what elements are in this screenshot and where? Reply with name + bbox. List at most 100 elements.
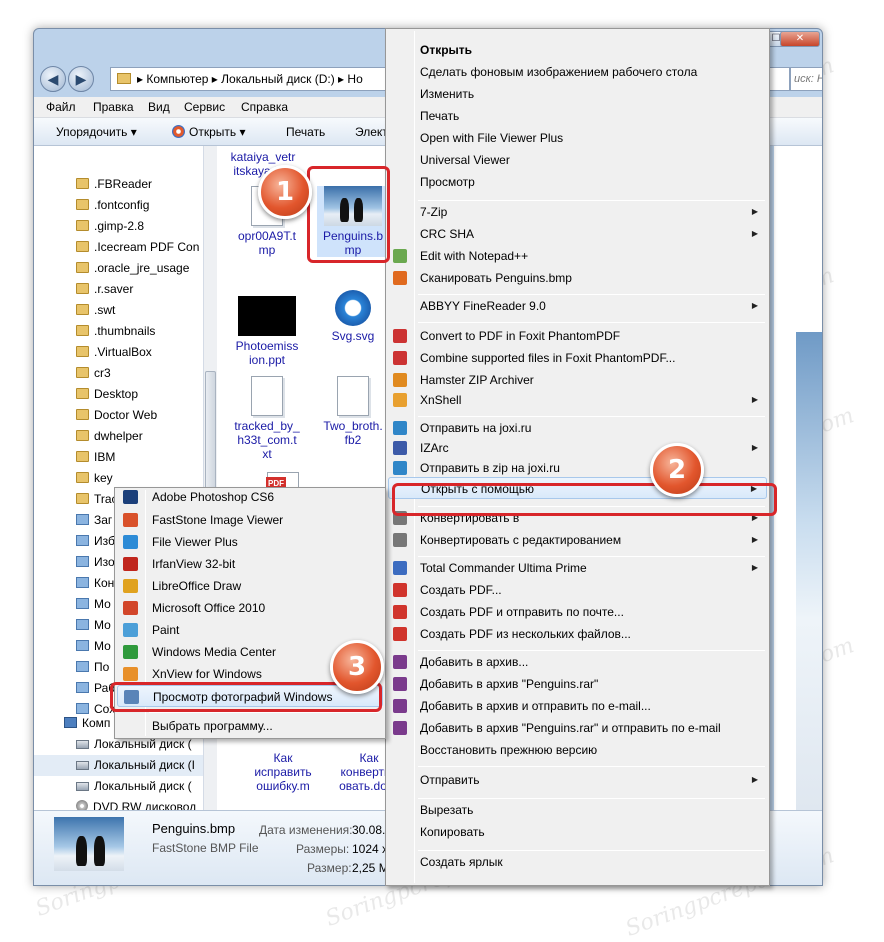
nav-item-label: Изб bbox=[94, 534, 115, 548]
nav-drive-item[interactable]: DVD RW дисковод bbox=[76, 797, 196, 810]
nav-folder-item[interactable]: IBM bbox=[76, 447, 115, 468]
nav-folder-item[interactable]: .VirtualBox bbox=[76, 342, 152, 363]
close-button[interactable]: ✕ bbox=[780, 31, 820, 47]
menu-copy[interactable]: Копировать bbox=[388, 821, 767, 843]
menu-scan[interactable]: Сканировать Penguins.bmp bbox=[388, 267, 767, 289]
menu-separator bbox=[418, 850, 765, 851]
folder-icon bbox=[76, 556, 89, 567]
nav-folder-item[interactable]: dwhelper bbox=[76, 426, 143, 447]
menu-tools[interactable]: Сервис bbox=[184, 100, 225, 114]
open-with-paint[interactable]: Paint bbox=[117, 619, 383, 641]
nav-folder-item[interactable]: Мо bbox=[76, 636, 111, 657]
menu-open[interactable]: Открыть bbox=[388, 39, 767, 61]
search-input[interactable]: иск: Нов bbox=[790, 67, 822, 91]
file-item[interactable]: Photoemiss ion.ppt bbox=[231, 296, 303, 367]
email-button[interactable]: Элект bbox=[355, 125, 388, 139]
menu-file[interactable]: Файл bbox=[46, 100, 76, 114]
menu-convert-edit[interactable]: Конвертировать с редактированием ▶ bbox=[388, 529, 767, 551]
menu-view[interactable]: Вид bbox=[148, 100, 170, 114]
menu-create-pdf[interactable]: Создать PDF... bbox=[388, 579, 767, 601]
nav-folder-item[interactable]: .r.saver bbox=[76, 279, 133, 300]
open-with-faststone[interactable]: FastStone Image Viewer bbox=[117, 509, 383, 531]
menu-xnshell[interactable]: XnShell ▶ bbox=[388, 389, 767, 411]
menu-help[interactable]: Справка bbox=[241, 100, 288, 114]
document-icon bbox=[337, 376, 369, 416]
open-with-choose-program[interactable]: Выбрать программу... bbox=[117, 715, 383, 737]
nav-folder-item[interactable]: Изб bbox=[76, 531, 115, 552]
folder-icon bbox=[76, 472, 89, 483]
nav-folder-item[interactable]: Doctor Web bbox=[76, 405, 157, 426]
menu-edit[interactable]: Правка bbox=[93, 100, 134, 114]
organize-button[interactable]: Упорядочить ▾ bbox=[56, 125, 137, 139]
nav-item-label: Мо bbox=[94, 597, 111, 611]
nav-folder-item[interactable]: Кон bbox=[76, 573, 114, 594]
open-with-irfanview[interactable]: IrfanView 32-bit bbox=[117, 553, 383, 575]
open-with-ms-office[interactable]: Microsoft Office 2010 bbox=[117, 597, 383, 619]
menu-abbyy[interactable]: ABBYY FineReader 9.0 ▶ bbox=[388, 295, 767, 317]
menu-notepadpp[interactable]: Edit with Notepad++ bbox=[388, 245, 767, 267]
nav-folder-item[interactable]: key bbox=[76, 468, 113, 489]
menu-foxit-convert[interactable]: Convert to PDF in Foxit PhantomPDF bbox=[388, 325, 767, 347]
menu-set-wallpaper[interactable]: Сделать фоновым изображением рабочего ст… bbox=[388, 61, 767, 83]
nav-folder-item[interactable]: .swt bbox=[76, 300, 115, 321]
menu-add-archive-rar[interactable]: Добавить в архив "Penguins.rar" bbox=[388, 673, 767, 695]
nav-drive-item[interactable]: Локальный диск (I bbox=[34, 755, 203, 776]
file-item[interactable]: Как исправить ошибку.m bbox=[247, 751, 319, 793]
menu-create-shortcut[interactable]: Создать ярлык bbox=[388, 851, 767, 873]
menu-edit[interactable]: Изменить bbox=[388, 83, 767, 105]
menu-foxit-combine[interactable]: Combine supported files in Foxit Phantom… bbox=[388, 347, 767, 369]
menu-izarc[interactable]: IZArc ▶ bbox=[388, 437, 767, 459]
menu-universal-viewer[interactable]: Universal Viewer bbox=[388, 149, 767, 171]
menu-preview[interactable]: Просмотр bbox=[388, 171, 767, 193]
menu-separator bbox=[418, 200, 765, 201]
nav-folder-item[interactable]: Мо bbox=[76, 594, 111, 615]
file-item[interactable]: Svg.svg bbox=[317, 290, 389, 343]
nav-folder-item[interactable]: Мо bbox=[76, 615, 111, 636]
file-item[interactable]: tracked_by_ h33t_com.t xt bbox=[231, 376, 303, 461]
open-button[interactable]: Открыть ▾ bbox=[172, 125, 245, 139]
menu-7zip[interactable]: 7-Zip ▶ bbox=[388, 201, 767, 223]
nav-folder-item[interactable]: Desktop bbox=[76, 384, 138, 405]
menu-crc-sha[interactable]: CRC SHA ▶ bbox=[388, 223, 767, 245]
forward-icon[interactable]: ▶ bbox=[68, 66, 94, 92]
menu-total-commander[interactable]: Total Commander Ultima Prime ▶ bbox=[388, 557, 767, 579]
menu-create-pdf-mail[interactable]: Создать PDF и отправить по почте... bbox=[388, 601, 767, 623]
folder-icon bbox=[76, 598, 89, 609]
menu-send-to[interactable]: Отправить ▶ bbox=[388, 769, 767, 791]
nav-folder-item[interactable]: .fontconfig bbox=[76, 195, 149, 216]
step-badge-2: 2 bbox=[650, 443, 704, 497]
nav-folder-item[interactable]: Заг bbox=[76, 510, 112, 531]
nav-item-label: .VirtualBox bbox=[94, 345, 152, 359]
menu-add-archive[interactable]: Добавить в архив... bbox=[388, 651, 767, 673]
nav-folder-item[interactable]: .thumbnails bbox=[76, 321, 155, 342]
menu-item-label: Вырезать bbox=[420, 803, 474, 817]
menu-add-archive-rar-mail[interactable]: Добавить в архив "Penguins.rar" и отправ… bbox=[388, 717, 767, 739]
menu-joxi-zip[interactable]: Отправить в zip на joxi.ru bbox=[388, 457, 767, 479]
back-icon[interactable]: ◀ bbox=[40, 66, 66, 92]
menu-cut[interactable]: Вырезать bbox=[388, 799, 767, 821]
folder-icon bbox=[76, 199, 89, 210]
menu-joxi[interactable]: Отправить на joxi.ru bbox=[388, 417, 767, 439]
nav-folder-item[interactable]: По bbox=[76, 657, 109, 678]
menu-create-pdf-multi[interactable]: Создать PDF из нескольких файлов... bbox=[388, 623, 767, 645]
nav-folder-item[interactable]: Изо bbox=[76, 552, 115, 573]
nav-folder-item[interactable]: .oracle_jre_usage bbox=[76, 258, 189, 279]
file-item[interactable]: Two_broth. fb2 bbox=[317, 376, 389, 447]
open-with-photoshop[interactable]: Adobe Photoshop CS6 bbox=[117, 486, 383, 508]
menu-print[interactable]: Печать bbox=[388, 105, 767, 127]
menu-item-label: Создать PDF... bbox=[420, 583, 502, 597]
nav-computer[interactable]: Комп bbox=[64, 713, 110, 734]
nav-folder-item[interactable]: .Icecream PDF Con bbox=[76, 237, 199, 258]
open-with-file-viewer-plus[interactable]: File Viewer Plus bbox=[117, 531, 383, 553]
nav-drive-item[interactable]: Локальный диск ( bbox=[76, 776, 192, 797]
menu-add-archive-mail[interactable]: Добавить в архив и отправить по e-mail..… bbox=[388, 695, 767, 717]
print-button[interactable]: Печать bbox=[286, 125, 325, 139]
nav-folder-item[interactable]: .gimp-2.8 bbox=[76, 216, 144, 237]
menu-restore-version[interactable]: Восстановить прежнюю версию bbox=[388, 739, 767, 761]
nav-folder-item[interactable]: .FBReader bbox=[76, 174, 152, 195]
file-label: opr00A9T.t mp bbox=[237, 229, 297, 257]
open-with-libreoffice-draw[interactable]: LibreOffice Draw bbox=[117, 575, 383, 597]
menu-hamster[interactable]: Hamster ZIP Archiver bbox=[388, 369, 767, 391]
nav-folder-item[interactable]: cr3 bbox=[76, 363, 111, 384]
menu-file-viewer-plus[interactable]: Open with File Viewer Plus bbox=[388, 127, 767, 149]
